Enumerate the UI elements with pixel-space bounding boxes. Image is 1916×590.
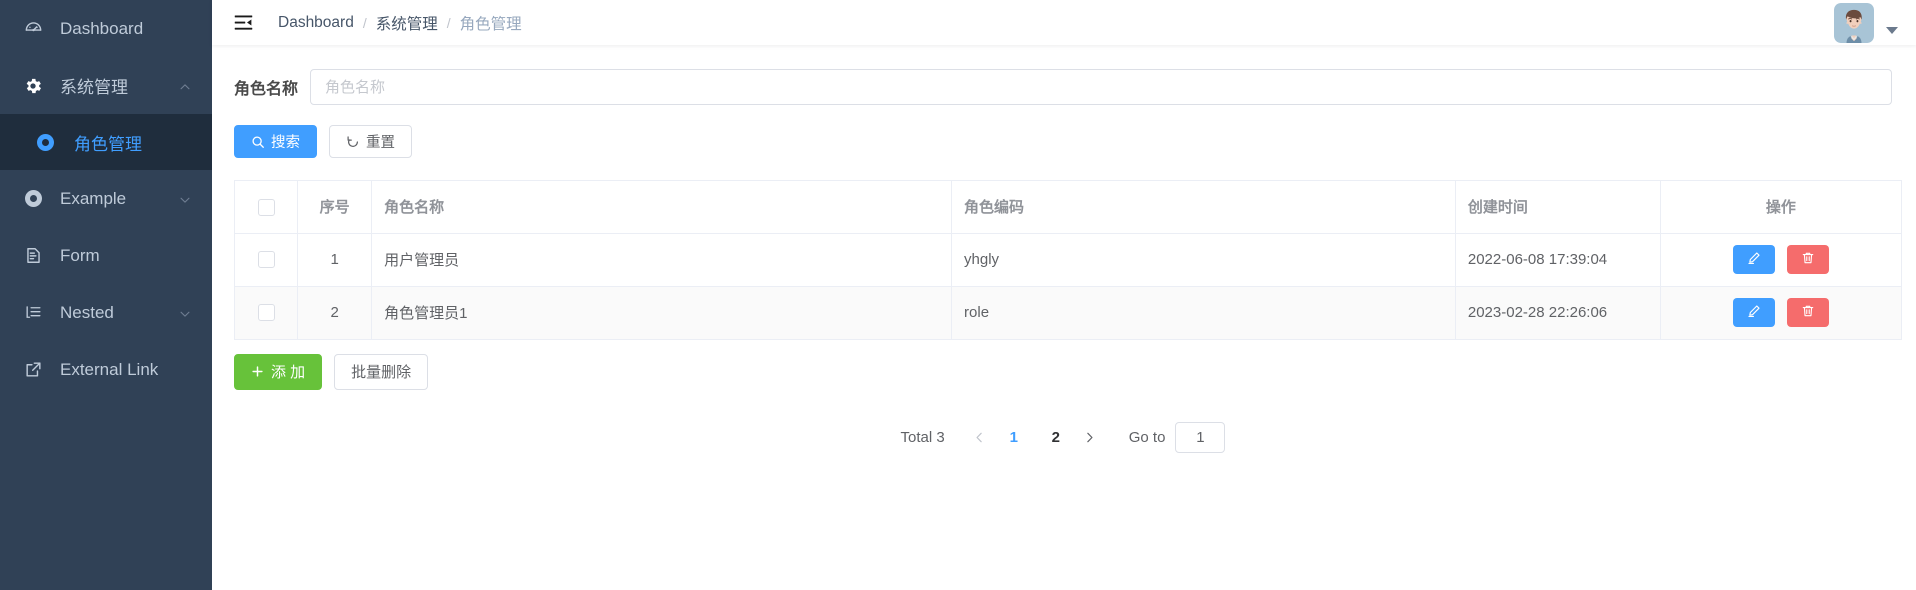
row-role-code: role xyxy=(951,286,1456,340)
row-role-name: 角色管理员1 xyxy=(371,286,953,340)
breadcrumb: Dashboard / 系统管理 / 角色管理 xyxy=(278,12,522,34)
circle-target-icon xyxy=(20,190,46,207)
external-link-icon xyxy=(20,360,46,379)
pagination-jump-input[interactable] xyxy=(1175,421,1226,453)
refresh-icon xyxy=(346,135,360,149)
pagination-total: Total 3 xyxy=(900,428,945,446)
row-checkbox-cell xyxy=(235,233,299,287)
table-row[interactable]: 2 角色管理员1 role 2023-02-28 22:26:06 xyxy=(235,286,1901,340)
avatar-dropdown[interactable] xyxy=(1834,2,1898,43)
trash-delete-icon xyxy=(1801,304,1815,321)
row-role-name: 用户管理员 xyxy=(371,233,953,287)
breadcrumb-item-role-management: 角色管理 xyxy=(459,15,522,33)
sidebar-item-label: Dashboard xyxy=(60,18,144,38)
role-table: 序号 角色名称 角色编码 创建时间 操作 1 用户管理员 yhgly 2022-… xyxy=(234,180,1902,340)
content-area: 角色名称 搜索 xyxy=(212,45,1916,590)
app-root: Dashboard 系统管理 角色管理 Example Form Nested … xyxy=(0,0,1916,590)
breadcrumb-item-system-management[interactable]: 系统管理 xyxy=(376,12,438,34)
delete-row-button[interactable] xyxy=(1786,245,1829,274)
plus-icon xyxy=(251,365,264,378)
row-created-time: 2022-06-08 17:39:04 xyxy=(1455,233,1661,287)
reset-button[interactable]: 重置 xyxy=(329,125,412,158)
pencil-edit-icon xyxy=(1747,251,1761,268)
top-navbar: Dashboard / 系统管理 / 角色管理 xyxy=(212,0,1916,45)
breadcrumb-separator: / xyxy=(446,14,451,31)
role-name-label: 角色名称 xyxy=(234,81,299,98)
sidebar-item-label: Nested xyxy=(60,302,114,322)
chevron-up-icon xyxy=(178,79,192,93)
sidebar-item-label: 系统管理 xyxy=(60,78,128,97)
row-role-code: yhgly xyxy=(951,233,1456,287)
row-index: 2 xyxy=(297,286,373,340)
table-header-created: 创建时间 xyxy=(1455,181,1661,234)
pagination-page-2[interactable]: 2 xyxy=(1041,424,1071,450)
row-operations xyxy=(1660,233,1901,287)
pagination: Total 3 1 2 Go to xyxy=(234,421,1892,453)
search-button-label: 搜索 xyxy=(271,135,300,151)
row-checkbox-cell xyxy=(235,286,299,340)
sidebar-item-system-management[interactable]: 系统管理 xyxy=(0,57,212,114)
pagination-page-1[interactable]: 1 xyxy=(999,424,1029,450)
table-header-code: 角色编码 xyxy=(951,181,1456,234)
sidebar: Dashboard 系统管理 角色管理 Example Form Nested … xyxy=(0,0,212,590)
pagination-jumper: Go to xyxy=(1128,421,1226,453)
main-container: Dashboard / 系统管理 / 角色管理 角色名称 角色名称 搜索 重置 … xyxy=(212,0,1916,590)
row-index: 1 xyxy=(297,233,373,287)
edit-row-button[interactable] xyxy=(1732,298,1775,327)
form-icon xyxy=(20,246,46,265)
add-button[interactable]: 添 加 xyxy=(234,353,323,390)
sidebar-item-label: Example xyxy=(60,188,127,208)
table-header-row: 序号 角色名称 角色编码 创建时间 操作 xyxy=(235,181,1901,234)
sidebar-item-nested[interactable]: Nested xyxy=(0,284,212,341)
edit-row-button[interactable] xyxy=(1732,245,1775,274)
sidebar-item-external-link[interactable]: External Link xyxy=(0,341,212,398)
chevron-down-icon xyxy=(178,306,192,320)
sidebar-item-label: External Link xyxy=(60,359,159,379)
pencil-edit-icon xyxy=(1747,304,1761,321)
table-header-index: 序号 xyxy=(297,181,373,234)
caret-down-icon xyxy=(1886,27,1898,34)
circle-target-icon xyxy=(32,133,58,151)
table-action-buttons: 添 加 批量删除 xyxy=(234,353,1892,390)
nested-list-icon xyxy=(20,303,46,322)
delete-row-button[interactable] xyxy=(1786,298,1829,327)
table-header-checkbox xyxy=(235,181,299,234)
search-button[interactable]: 搜索 xyxy=(234,125,317,158)
pagination-jump-label: Go to xyxy=(1128,428,1166,446)
select-all-checkbox[interactable] xyxy=(257,198,275,216)
row-checkbox[interactable] xyxy=(257,304,275,322)
sidebar-item-label: 角色管理 xyxy=(74,134,142,154)
breadcrumb-separator: / xyxy=(362,14,367,31)
role-name-input[interactable] xyxy=(310,69,1892,105)
avatar xyxy=(1834,2,1874,43)
table-row[interactable]: 1 用户管理员 yhgly 2022-06-08 17:39:04 xyxy=(235,233,1901,287)
dashboard-icon xyxy=(20,19,46,38)
filter-buttons: 搜索 重置 xyxy=(234,125,1892,158)
pagination-prev-button[interactable] xyxy=(967,424,993,450)
row-checkbox[interactable] xyxy=(257,251,275,269)
add-button-label: 添 加 xyxy=(271,364,306,381)
pagination-next-button[interactable] xyxy=(1077,424,1103,450)
sidebar-item-example[interactable]: Example xyxy=(0,170,212,227)
search-icon xyxy=(251,135,265,149)
sidebar-item-role-management[interactable]: 角色管理 xyxy=(0,114,212,170)
breadcrumb-item-dashboard[interactable]: Dashboard xyxy=(278,14,354,32)
reset-button-label: 重置 xyxy=(366,135,395,151)
table-header-operations: 操作 xyxy=(1660,181,1901,234)
table-header-name: 角色名称 xyxy=(371,181,953,234)
batch-delete-button[interactable]: 批量删除 xyxy=(334,353,429,390)
sidebar-item-form[interactable]: Form xyxy=(0,227,212,284)
trash-delete-icon xyxy=(1801,251,1815,268)
row-created-time: 2023-02-28 22:26:06 xyxy=(1455,286,1661,340)
gear-icon xyxy=(20,76,46,96)
sidebar-item-dashboard[interactable]: Dashboard xyxy=(0,0,212,57)
chevron-down-icon xyxy=(178,192,192,206)
sidebar-item-label: Form xyxy=(60,245,100,265)
navbar-right xyxy=(1834,2,1898,43)
hamburger-collapse-icon[interactable] xyxy=(232,12,254,34)
filter-row: 角色名称 xyxy=(234,69,1892,105)
row-operations xyxy=(1660,286,1901,340)
